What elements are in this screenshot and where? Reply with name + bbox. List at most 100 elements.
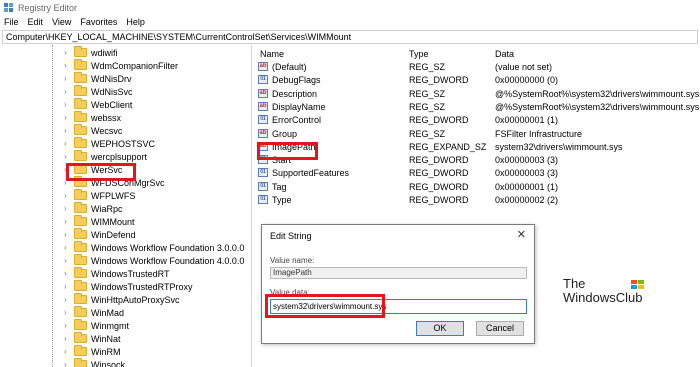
folder-icon xyxy=(74,241,87,252)
folder-icon xyxy=(74,345,87,356)
value-row[interactable]: ab DisplayName REG_SZ @%SystemRoot%\system3… xyxy=(255,101,700,114)
menu-help[interactable]: Help xyxy=(126,17,145,27)
string-value-icon: ab xyxy=(258,88,268,98)
tree-item[interactable]: › WebClient xyxy=(64,98,132,111)
tree-item[interactable]: › WinDefend xyxy=(64,228,136,241)
tree-item[interactable]: › Winmgmt xyxy=(64,319,129,332)
tree-item[interactable]: › Windows Workflow Foundation 4.0.0.0 xyxy=(64,254,244,267)
value-type: REG_DWORD xyxy=(409,115,469,126)
tree-item[interactable]: › Winsock xyxy=(64,358,125,367)
folder-icon xyxy=(74,124,87,135)
tree-item[interactable]: › WinNat xyxy=(64,332,121,345)
chevron-right-icon[interactable]: › xyxy=(64,48,72,57)
chevron-right-icon[interactable]: › xyxy=(64,282,72,291)
value-data: 0x00000003 (3) xyxy=(495,155,559,166)
chevron-right-icon[interactable]: › xyxy=(64,269,72,278)
value-row[interactable]: ab (Default) REG_SZ (value not set) xyxy=(255,61,700,74)
tree-item-label: wdiwifi xyxy=(91,47,118,58)
folder-icon xyxy=(74,137,87,148)
value-row[interactable]: ab ImagePath REG_EXPAND_SZ system32\drivers… xyxy=(255,141,700,154)
chevron-right-icon[interactable]: › xyxy=(64,87,72,96)
value-row[interactable]: ab Description REG_SZ @%SystemRoot%\system3… xyxy=(255,88,700,101)
column-header-data[interactable]: Data xyxy=(495,49,514,59)
tree-item[interactable]: › WinRM xyxy=(64,345,121,358)
chevron-right-icon[interactable]: › xyxy=(64,113,72,122)
string-value-icon: ab xyxy=(258,128,268,138)
tree-item[interactable]: › Windows Workflow Foundation 3.0.0.0 xyxy=(64,241,244,254)
tree-item[interactable]: › WindowsTrustedRTProxy xyxy=(64,280,193,293)
close-icon[interactable]: ✕ xyxy=(517,228,526,241)
value-type: REG_SZ xyxy=(409,101,446,112)
address-bar[interactable]: Computer\HKEY_LOCAL_MACHINE\SYSTEM\Curre… xyxy=(2,30,698,44)
tree-item[interactable]: › WiaRpc xyxy=(64,202,123,215)
menu-edit[interactable]: Edit xyxy=(28,17,44,27)
windows-logo-icon xyxy=(631,280,645,290)
folder-icon xyxy=(74,306,87,317)
tree-item[interactable]: › wdiwifi xyxy=(64,46,118,59)
chevron-right-icon[interactable]: › xyxy=(64,191,72,200)
value-row[interactable]: 01 DebugFlags REG_DWORD 0x00000000 (0) xyxy=(255,74,700,87)
value-type: REG_DWORD xyxy=(409,75,469,86)
tree-item-label: WinRM xyxy=(91,346,121,357)
folder-icon xyxy=(74,85,87,96)
chevron-right-icon[interactable]: › xyxy=(64,321,72,330)
tree-item[interactable]: › WdNisSvc xyxy=(64,85,133,98)
chevron-right-icon[interactable]: › xyxy=(64,100,72,109)
chevron-right-icon[interactable]: › xyxy=(64,152,72,161)
tree-item[interactable]: › WdNisDrv xyxy=(64,72,132,85)
value-name-label: Value name: xyxy=(270,256,315,265)
value-data: 0x00000002 (2) xyxy=(495,195,559,205)
menu-view[interactable]: View xyxy=(52,17,71,27)
column-header-type[interactable]: Type xyxy=(409,49,429,59)
chevron-right-icon[interactable]: › xyxy=(64,74,72,83)
tree-item-label: wercplsupport xyxy=(91,151,148,162)
value-data-highlight-box xyxy=(265,294,385,318)
tree-item[interactable]: › WEPHOSTSVC xyxy=(64,137,155,150)
chevron-right-icon[interactable]: › xyxy=(64,347,72,356)
folder-icon xyxy=(74,319,87,330)
value-row[interactable]: 01 Type REG_DWORD 0x00000002 (2) xyxy=(255,194,700,207)
chevron-right-icon[interactable]: › xyxy=(64,61,72,70)
chevron-right-icon[interactable]: › xyxy=(64,295,72,304)
chevron-right-icon[interactable]: › xyxy=(64,204,72,213)
tree-item[interactable]: › WinMad xyxy=(64,306,124,319)
tree-item[interactable]: › WindowsTrustedRT xyxy=(64,267,170,280)
chevron-right-icon[interactable]: › xyxy=(64,243,72,252)
ok-button[interactable]: OK xyxy=(416,321,464,336)
menu-favorites[interactable]: Favorites xyxy=(80,17,117,27)
tree-item-label: WinDefend xyxy=(91,229,136,240)
chevron-right-icon[interactable]: › xyxy=(64,217,72,226)
folder-icon xyxy=(74,46,87,57)
tree-item[interactable]: › webssx xyxy=(64,111,121,124)
value-row[interactable]: 01 Start REG_DWORD 0x00000003 (3) xyxy=(255,154,700,167)
value-name: DebugFlags xyxy=(272,75,321,86)
value-row[interactable]: 01 Tag REG_DWORD 0x00000001 (1) xyxy=(255,181,700,194)
value-data: (value not set) xyxy=(495,62,553,72)
tree-item-label: Windows Workflow Foundation 4.0.0.0 xyxy=(91,255,245,266)
column-header-name[interactable]: Name xyxy=(260,49,284,59)
tree-item-label: WEPHOSTSVC xyxy=(91,138,156,149)
tree-item-label: WdmCompanionFilter xyxy=(91,60,179,71)
tree-item[interactable]: › wercplsupport xyxy=(64,150,147,163)
tree-item[interactable]: › WinHttpAutoProxySvc xyxy=(64,293,180,306)
chevron-right-icon[interactable]: › xyxy=(64,360,72,367)
value-row[interactable]: 01 SupportedFeatures REG_DWORD 0x00000003 (… xyxy=(255,167,700,180)
value-row[interactable]: 01 ErrorControl REG_DWORD 0x00000001 (1) xyxy=(255,114,700,127)
cancel-button[interactable]: Cancel xyxy=(476,321,524,336)
chevron-right-icon[interactable]: › xyxy=(64,256,72,265)
tree-item[interactable]: › WdmCompanionFilter xyxy=(64,59,178,72)
chevron-right-icon[interactable]: › xyxy=(64,139,72,148)
tree-item-label: WdNisSvc xyxy=(91,86,133,97)
value-row[interactable]: ab Group REG_SZ FSFilter Infrastructure xyxy=(255,128,700,141)
folder-icon xyxy=(74,332,87,343)
tree-item[interactable]: › WFPLWFS xyxy=(64,189,135,202)
tree-item[interactable]: › WIMMount xyxy=(64,215,135,228)
string-value-icon: ab xyxy=(258,62,268,71)
tree-item[interactable]: › Wecsvc xyxy=(64,124,122,137)
chevron-right-icon[interactable]: › xyxy=(64,334,72,343)
chevron-right-icon[interactable]: › xyxy=(64,308,72,317)
chevron-right-icon[interactable]: › xyxy=(64,230,72,239)
chevron-right-icon[interactable]: › xyxy=(64,126,72,135)
menu-file[interactable]: File xyxy=(4,17,19,27)
value-name: (Default) xyxy=(272,62,307,72)
